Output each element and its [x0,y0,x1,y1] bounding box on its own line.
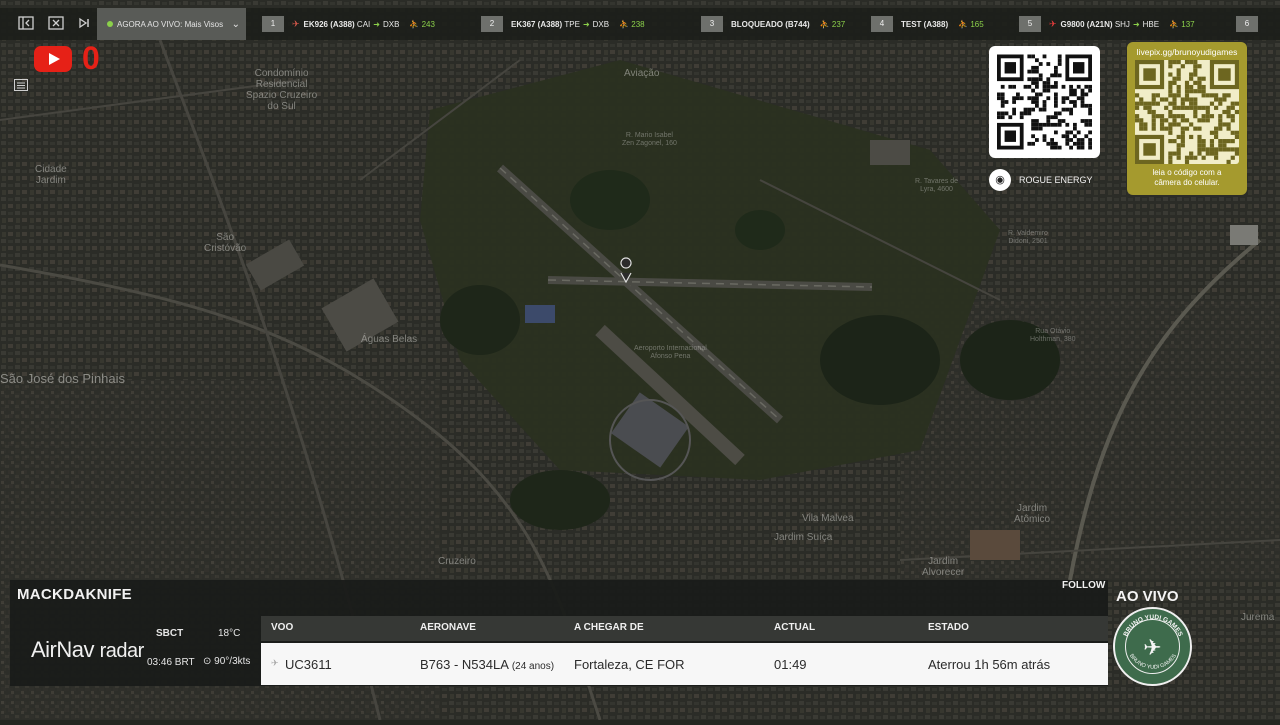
flight-arrival: HBE [1142,19,1160,29]
flight-rank: 2 [481,16,503,32]
top-flight-bar: AGORA AO VIVO: Mais Visos ⌄ 1 ✈ EK926 (A… [0,8,1280,40]
svg-text:BRUNO YUDI GAMES: BRUNO YUDI GAMES [1122,614,1184,638]
airplane-icon: ✈ [271,658,279,668]
col-aircraft: AERONAVE [420,622,476,633]
map-label-rua-mario: R. Mario Isabel Zen Zagonel, 160 [622,132,677,147]
flight-number: UC3611 [285,657,332,672]
livepix-url: livepix.gg/brunoyudigames [1136,47,1238,57]
col-status: ESTADO [928,622,969,633]
follow-button[interactable]: FOLLOW [1062,580,1105,591]
passenger-count: ⛹ 237 [819,19,846,29]
flight-rank: 4 [871,16,893,32]
flight-rank: 3 [701,16,723,32]
wind-info: ⊙ 90°/3kts [203,656,251,667]
qr-code-pattern [1135,60,1239,164]
map-label-aguas-belas: Águas Belas [361,334,418,345]
sponsor-name: ROGUE ENERGY [1019,175,1093,185]
flight-arrival: DXB [382,19,400,29]
qr-code-pattern [997,54,1092,150]
flight-item-4[interactable]: 4 TEST (A388) ⛹ 165 [871,16,984,32]
flight-rank: 6 [1236,16,1258,32]
passenger-count: ⛹ 243 [409,19,435,29]
flight-info-panel: MACKDAKNIFE FOLLOW AirNav radar SBCT 18°… [10,580,1108,686]
map-label-sao-jose: São José dos Pinhais [0,371,126,386]
flight-item-1[interactable]: 1 ✈ EK926 (A388) CAI ➜ DXB ⛹ 243 [262,16,435,32]
map-label-condominio: Condomínio Residencial Spazio Cruzeiro d… [246,68,318,112]
flight-arrival: DXB [592,19,610,29]
local-time: 03:46 BRT [147,657,195,668]
flight-departure: TPE [564,19,580,29]
flight-code: G9800 (A21N) [1060,19,1113,29]
qr-code-livepix: livepix.gg/brunoyudigames leia o código … [1127,42,1247,195]
live-label: AO VIVO [1116,588,1179,605]
map-label-vila-malvea: Vila Malvea [802,513,854,524]
now-live-dropdown[interactable]: AGORA AO VIVO: Mais Visos ⌄ [97,8,246,40]
map-label-jardim-atomico: Jardim Atômico [1014,503,1051,525]
col-actual: ACTUAL [774,622,816,633]
map-label-jardim-alvorecer: Jardim Alvorecer [922,556,965,578]
sponsor-logo-icon: ◉ [989,169,1011,191]
map-label-jardim-suica: Jardim Suíça [774,532,833,543]
skip-next-icon[interactable] [75,16,93,32]
airplane-icon: ✈ [1049,18,1057,29]
col-flight: VOO [271,622,294,633]
qr-caption: leia o código com a câmera do celular. [1152,168,1222,187]
actual-time: 01:49 [774,657,807,672]
passenger-count: ⛹ 238 [619,19,645,29]
arrow-right-icon: ➜ [373,19,380,29]
live-dot-icon [107,21,113,27]
badge-ring-text: BRUNO YUDI GAMES BRUNO YUDI GAMES [1122,614,1184,671]
youtube-live-count: 0 [82,40,100,76]
flight-item-5[interactable]: 5 ✈ G9800 (A21N) SHJ ➜ HBE ⛹ 137 [1019,16,1195,32]
map-label-cruzeiro: Cruzeiro [438,556,476,567]
map-label-rua-valdemiro: R. Valdemiro Didoni, 2501 [1008,230,1048,245]
flight-rank: 1 [262,16,284,32]
flight-departure: CAI [356,19,371,29]
close-panel-icon[interactable] [47,16,65,32]
flight-item-6[interactable]: 6 [1236,16,1266,32]
svg-text:BRUNO YUDI GAMES: BRUNO YUDI GAMES [1128,653,1178,671]
origin: Fortaleza, CE FOR [574,657,685,672]
flight-departure: SHJ [1114,19,1130,29]
map-label-rua-holthman: Rua Otávio Holthman, 380 [1030,328,1076,343]
list-panel-icon[interactable] [14,79,28,91]
airplane-icon: ✈ [292,18,300,29]
streamer-callsign: MACKDAKNIFE [17,586,132,603]
passenger-count: ⛹ 137 [1169,19,1195,29]
flight-code: TEST (A388) [901,19,949,29]
arrow-right-icon: ➜ [1132,19,1140,29]
qr-code-sponsor [989,46,1100,158]
col-from: A CHEGAR DE [574,622,644,633]
flight-item-2[interactable]: 2 EK367 (A388) TPE ➜ DXB ⛹ 238 [481,16,645,32]
airport-code: SBCT [156,628,184,639]
flight-code: EK926 (A388) [303,19,355,29]
flight-status: Aterrou 1h 56m atrás [928,657,1051,672]
map-label-cidade-jardim: Cidade Jardim [35,164,67,186]
channel-badge: ✈ BRUNO YUDI GAMES BRUNO YUDI GAMES [1113,607,1192,686]
map-label-sao-cristovao: São Cristóvão [204,232,247,254]
passenger-count: ⛹ 165 [958,19,984,29]
now-live-label: AGORA AO VIVO: Mais Visos [117,19,224,29]
arrow-right-icon: ➜ [582,19,590,29]
collapse-sidebar-icon[interactable] [17,16,35,32]
sponsor-badge: ◉ ROGUE ENERGY [989,167,1100,193]
map-label-aeroporto: Aeroporto Internacional Afonso Pena [634,345,707,360]
temperature: 18°C [218,628,241,639]
aircraft-info: B763 - N534LA (24 anos) [420,657,555,672]
airnav-radar-logo: AirNav radar [31,637,144,662]
youtube-icon [34,46,72,72]
flight-table-header: VOO AERONAVE A CHEGAR DE ACTUAL ESTADO [261,616,1108,641]
chevron-down-icon: ⌄ [231,18,240,30]
map-label-aviacao: Aviação [624,68,660,79]
map-label-jurema: Jurema [1241,612,1275,623]
flight-code: EK367 (A388) [511,19,563,29]
wind-icon: ⊙ [203,656,212,667]
flight-rank: 5 [1019,16,1041,32]
flight-code: BLOQUEADO (B744) [731,19,810,29]
map-label-rua-tavares: R. Tavares de Lyra, 4600 [915,178,959,193]
flight-item-3[interactable]: 3 BLOQUEADO (B744) ⛹ 237 [701,16,845,32]
table-row[interactable]: ✈ UC3611 B763 - N534LA (24 anos) Fortale… [261,643,1108,685]
